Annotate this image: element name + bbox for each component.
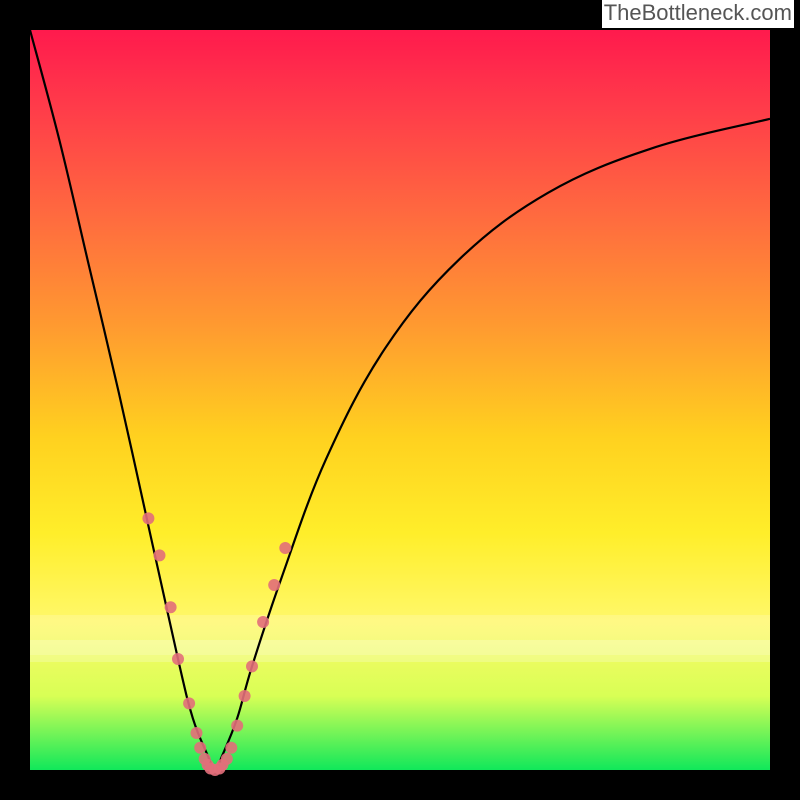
marker-dot	[225, 742, 237, 754]
marker-group	[142, 512, 291, 776]
marker-dot	[246, 660, 258, 672]
curve-line	[30, 30, 770, 770]
chart-svg	[0, 0, 800, 800]
marker-dot	[191, 727, 203, 739]
marker-dot	[142, 512, 154, 524]
marker-dot	[165, 601, 177, 613]
marker-dot	[239, 690, 251, 702]
marker-dot	[183, 697, 195, 709]
marker-dot	[279, 542, 291, 554]
marker-dot	[268, 579, 280, 591]
marker-dot	[231, 720, 243, 732]
marker-dot	[172, 653, 184, 665]
marker-dot	[221, 753, 233, 765]
watermark: TheBottleneck.com	[602, 0, 794, 28]
marker-dot	[257, 616, 269, 628]
marker-dot	[194, 742, 206, 754]
marker-dot	[154, 549, 166, 561]
